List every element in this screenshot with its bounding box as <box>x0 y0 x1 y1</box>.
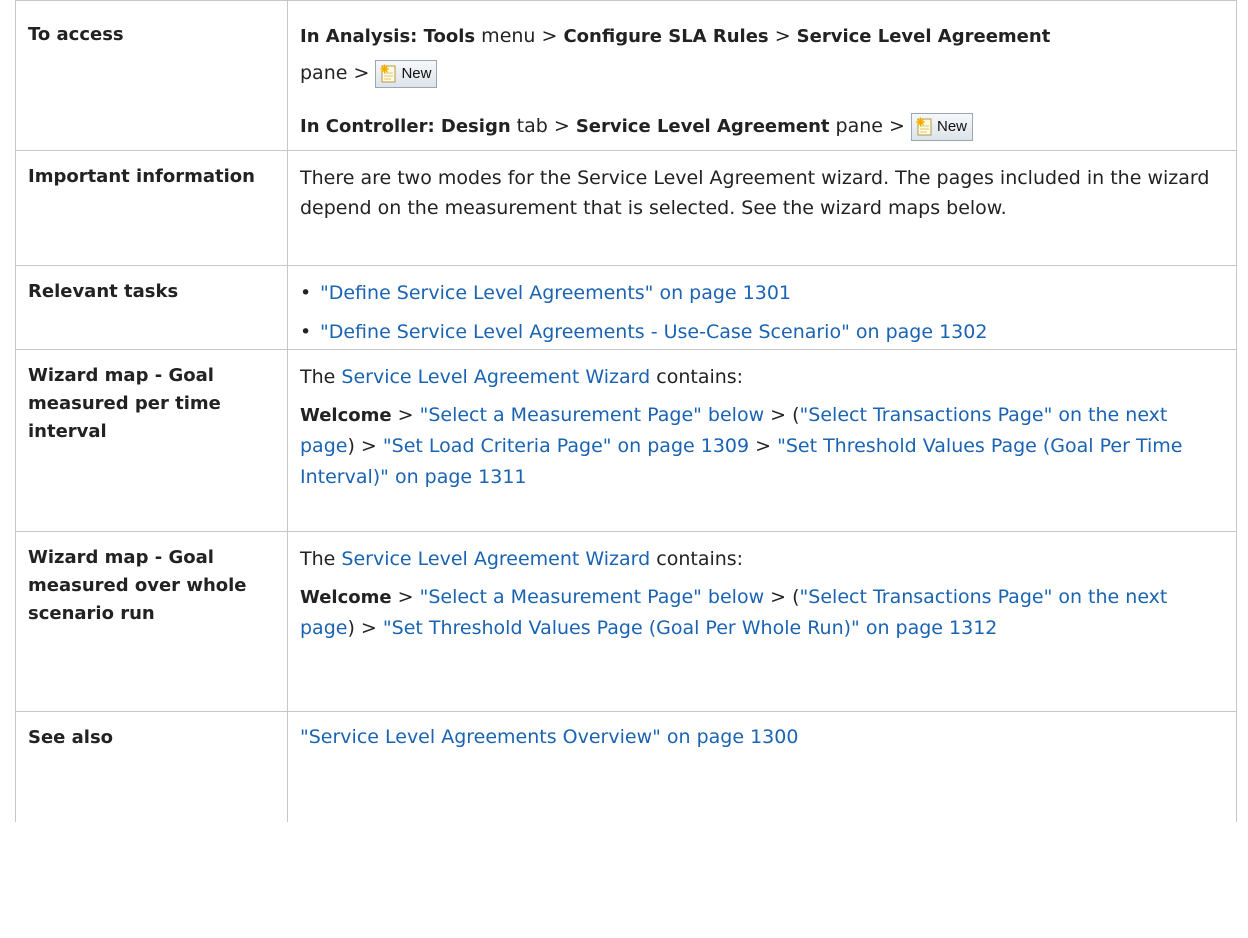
wizard-path: Welcome > "Select a Measurement Page" be… <box>300 586 1168 639</box>
value-to-access: In Analysis: Tools menu > Configure SLA … <box>287 0 1237 151</box>
row-important-information: Important information There are two mode… <box>15 150 1237 266</box>
row-wizard-map-interval: Wizard map - Goal measured per time inte… <box>15 349 1237 532</box>
new-icon <box>379 64 398 83</box>
wizard-link[interactable]: Service Level Agreement Wizard <box>341 366 650 388</box>
label-important-information: Important information <box>15 150 288 266</box>
value-relevant-tasks: "Define Service Level Agreements" on pag… <box>287 265 1237 350</box>
page-link[interactable]: "Set Load Criteria Page" on page 1309 <box>383 435 749 457</box>
wizard-link[interactable]: Service Level Agreement Wizard <box>341 548 650 570</box>
access-line-controller: In Controller: Design tab > Service Leve… <box>300 111 1224 142</box>
new-icon <box>915 117 934 136</box>
list-item: "Define Service Level Agreements" on pag… <box>300 278 1224 308</box>
info-table: To access In Analysis: Tools menu > Conf… <box>15 0 1237 822</box>
label-see-also: See also <box>15 711 288 822</box>
label-wizard-map-interval: Wizard map - Goal measured per time inte… <box>15 349 288 532</box>
task-list: "Define Service Level Agreements" on pag… <box>300 278 1224 347</box>
row-to-access: To access In Analysis: Tools menu > Conf… <box>15 0 1237 151</box>
new-button[interactable]: New <box>375 59 438 88</box>
see-also-link[interactable]: "Service Level Agreements Overview" on p… <box>300 726 798 748</box>
label-to-access: To access <box>15 0 288 151</box>
wizard-intro: The Service Level Agreement Wizard conta… <box>300 366 744 388</box>
label-wizard-map-whole: Wizard map - Goal measured over whole sc… <box>15 531 288 712</box>
access-line-analysis: In Analysis: Tools menu > Configure SLA … <box>300 25 1051 47</box>
list-item: "Define Service Level Agreements - Use-C… <box>300 317 1224 347</box>
wizard-intro: The Service Level Agreement Wizard conta… <box>300 548 744 570</box>
wizard-path: Welcome > "Select a Measurement Page" be… <box>300 404 1183 488</box>
task-link[interactable]: "Define Service Level Agreements - Use-C… <box>320 321 987 343</box>
row-relevant-tasks: Relevant tasks "Define Service Level Agr… <box>15 265 1237 350</box>
row-see-also: See also "Service Level Agreements Overv… <box>15 711 1237 822</box>
task-link[interactable]: "Define Service Level Agreements" on pag… <box>320 282 791 304</box>
value-see-also: "Service Level Agreements Overview" on p… <box>287 711 1237 822</box>
value-wizard-map-interval: The Service Level Agreement Wizard conta… <box>287 349 1237 532</box>
label-relevant-tasks: Relevant tasks <box>15 265 288 350</box>
value-important-information: There are two modes for the Service Leve… <box>287 150 1237 266</box>
page-link[interactable]: "Set Threshold Values Page (Goal Per Who… <box>383 617 998 639</box>
row-wizard-map-whole: Wizard map - Goal measured over whole sc… <box>15 531 1237 712</box>
page-link[interactable]: "Select a Measurement Page" below <box>420 586 765 608</box>
access-line-analysis-cont: pane > New <box>300 58 1224 88</box>
value-wizard-map-whole: The Service Level Agreement Wizard conta… <box>287 531 1237 712</box>
page-link[interactable]: "Select a Measurement Page" below <box>420 404 765 426</box>
new-button[interactable]: New <box>910 112 973 141</box>
